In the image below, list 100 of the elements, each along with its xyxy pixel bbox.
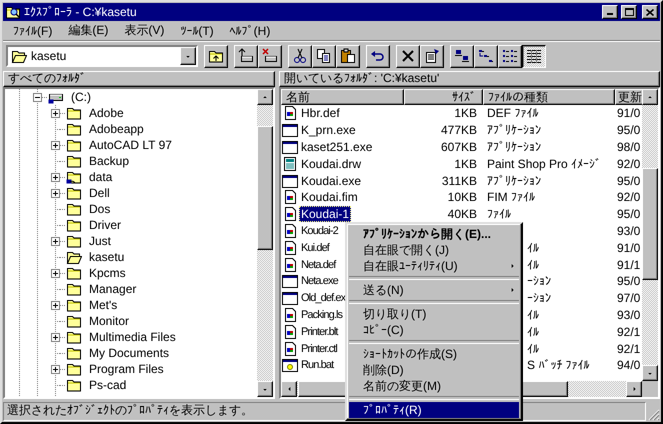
column-header[interactable]: 名前 bbox=[281, 89, 404, 105]
drive-label[interactable]: (C:) bbox=[70, 90, 92, 104]
scroll-down-button[interactable] bbox=[642, 365, 658, 381]
map-drive-button[interactable] bbox=[234, 44, 258, 68]
folder-icon bbox=[66, 329, 82, 345]
folder-label[interactable]: Manager bbox=[88, 282, 138, 296]
expand-button[interactable] bbox=[51, 268, 60, 278]
file-name[interactable]: Koudai.drw bbox=[299, 156, 364, 172]
folder-label[interactable]: Driver bbox=[88, 218, 122, 232]
column-header[interactable]: ｻｲｽﾞ bbox=[404, 89, 483, 105]
column-header[interactable]: 更新 bbox=[615, 89, 642, 105]
close-button[interactable] bbox=[642, 5, 658, 19]
scroll-right-button[interactable] bbox=[626, 381, 642, 397]
column-header[interactable]: ﾌｧｲﾙの種類 bbox=[483, 89, 615, 105]
file-name[interactable]: Printer.ctl bbox=[299, 340, 339, 357]
expand-button[interactable] bbox=[51, 108, 60, 118]
file-name[interactable]: Koudai.exe bbox=[299, 172, 364, 189]
folder-label[interactable]: Multimedia Files bbox=[88, 330, 177, 344]
menu[interactable]: ﾍﾙﾌﾟ(H) bbox=[222, 24, 278, 38]
properties-button[interactable] bbox=[420, 44, 444, 68]
up-arrow-icon bbox=[646, 94, 654, 100]
file-name[interactable]: Printer.blt bbox=[299, 324, 340, 340]
paste-button[interactable] bbox=[336, 44, 360, 68]
menu-item[interactable]: ｺﾋﾟｰ(C) bbox=[349, 322, 519, 338]
plus-icon bbox=[53, 302, 58, 308]
folder-label[interactable]: Adobeapp bbox=[88, 122, 145, 136]
expand-button[interactable] bbox=[51, 172, 60, 182]
expand-button[interactable] bbox=[51, 188, 60, 198]
list-button[interactable] bbox=[498, 44, 522, 68]
plus-icon bbox=[53, 174, 58, 180]
folder-label[interactable]: data bbox=[88, 170, 114, 184]
details-button[interactable] bbox=[522, 44, 546, 68]
menu-item[interactable]: 切り取り(T) bbox=[349, 306, 519, 322]
expand-button[interactable] bbox=[51, 236, 60, 246]
menu-item[interactable]: 名前の変更(M) bbox=[349, 378, 519, 394]
large-icons-button[interactable] bbox=[450, 44, 474, 68]
menu-item[interactable]: 自在眼で開く(J) bbox=[349, 242, 519, 258]
folder-label[interactable]: Kpcms bbox=[88, 266, 127, 280]
file-name[interactable]: Koudai.fim bbox=[299, 189, 360, 206]
file-name[interactable]: Old_def.ex bbox=[299, 290, 348, 306]
copy-button[interactable] bbox=[312, 44, 336, 68]
dropdown-button[interactable] bbox=[180, 47, 196, 65]
menu-item[interactable]: 削除(D) bbox=[349, 362, 519, 378]
menu-item[interactable]: ﾌﾟﾛﾊﾟﾃｨ(R) bbox=[349, 402, 519, 418]
folder-label[interactable]: Ps-cad bbox=[88, 378, 128, 392]
address-combobox[interactable]: kasetu bbox=[6, 45, 198, 67]
scroll-thumb[interactable] bbox=[642, 168, 658, 280]
expand-button[interactable] bbox=[51, 300, 60, 310]
file-name[interactable]: Packing.ls bbox=[299, 306, 344, 323]
file-name[interactable]: Hbr.def bbox=[299, 105, 342, 122]
scroll-down-button[interactable] bbox=[257, 381, 273, 397]
folder-label[interactable]: Program Files bbox=[88, 362, 165, 376]
folder-label[interactable]: Dos bbox=[88, 202, 112, 216]
undo-button[interactable] bbox=[366, 44, 390, 68]
scroll-up-button[interactable] bbox=[642, 89, 658, 105]
expand-button[interactable] bbox=[51, 332, 60, 342]
scroll-up-button[interactable] bbox=[257, 89, 273, 105]
file-name[interactable]: Kui.def bbox=[299, 240, 331, 256]
folder-label[interactable]: AutoCAD LT 97 bbox=[88, 138, 173, 152]
folder-label[interactable]: My Documents bbox=[88, 346, 170, 360]
small-icons-button[interactable] bbox=[474, 44, 498, 68]
document-icon bbox=[282, 189, 298, 206]
maximize-button[interactable] bbox=[621, 5, 637, 19]
folder-label[interactable]: kasetu bbox=[88, 250, 126, 264]
menu-item[interactable]: ｱﾌﾟﾘｹｰｼｮﾝから開く(E)... bbox=[349, 226, 519, 242]
menu[interactable]: 編集(E) bbox=[60, 22, 116, 39]
folder-label[interactable]: Monitor bbox=[88, 314, 130, 328]
file-size: 40KB bbox=[446, 207, 478, 222]
scroll-left-button[interactable] bbox=[281, 381, 297, 397]
file-name[interactable]: Neta.exe bbox=[299, 273, 340, 290]
folder-label[interactable]: Backup bbox=[88, 154, 130, 168]
menu[interactable]: ﾂｰﾙ(T) bbox=[172, 24, 222, 38]
collapse-button[interactable] bbox=[33, 92, 42, 102]
menu-item[interactable]: 自在眼ﾕｰﾃｨﾘﾃｨ(U) bbox=[349, 258, 519, 274]
dropdown-arrow-icon bbox=[184, 54, 192, 58]
menu-item[interactable]: ｼｮｰﾄｶｯﾄの作成(S) bbox=[349, 346, 519, 362]
folder-label[interactable]: Just bbox=[88, 234, 112, 248]
document-icon bbox=[282, 256, 298, 273]
file-name[interactable]: K_prn.exe bbox=[299, 122, 358, 138]
scroll-thumb[interactable] bbox=[257, 126, 273, 250]
minimize-button[interactable] bbox=[602, 5, 618, 19]
file-name[interactable]: Koudai-1 bbox=[299, 206, 352, 222]
expand-button[interactable] bbox=[51, 140, 60, 150]
menu[interactable]: 表示(V) bbox=[116, 22, 172, 39]
disconnect-drive-button[interactable] bbox=[258, 44, 282, 68]
up-folder-button[interactable] bbox=[204, 44, 228, 68]
cut-button[interactable] bbox=[288, 44, 312, 68]
menu[interactable]: ﾌｧｲﾙ(F) bbox=[5, 24, 60, 38]
expand-button[interactable] bbox=[51, 364, 60, 374]
folder-label[interactable]: Adobe bbox=[88, 106, 125, 120]
file-name[interactable]: Neta.def bbox=[299, 256, 338, 273]
file-name[interactable]: Koudai-2 bbox=[299, 222, 340, 239]
folder-label[interactable]: Met's bbox=[88, 298, 118, 312]
file-name[interactable]: kaset251.exe bbox=[299, 138, 374, 155]
file-type: ｰｼｮﾝ bbox=[526, 291, 552, 306]
file-name[interactable]: Run.bat bbox=[299, 357, 336, 374]
delete-button[interactable] bbox=[396, 44, 420, 68]
file-date: 97/0 bbox=[616, 291, 640, 306]
folder-label[interactable]: Dell bbox=[88, 186, 111, 200]
menu-item[interactable]: 送る(N) bbox=[349, 282, 519, 298]
